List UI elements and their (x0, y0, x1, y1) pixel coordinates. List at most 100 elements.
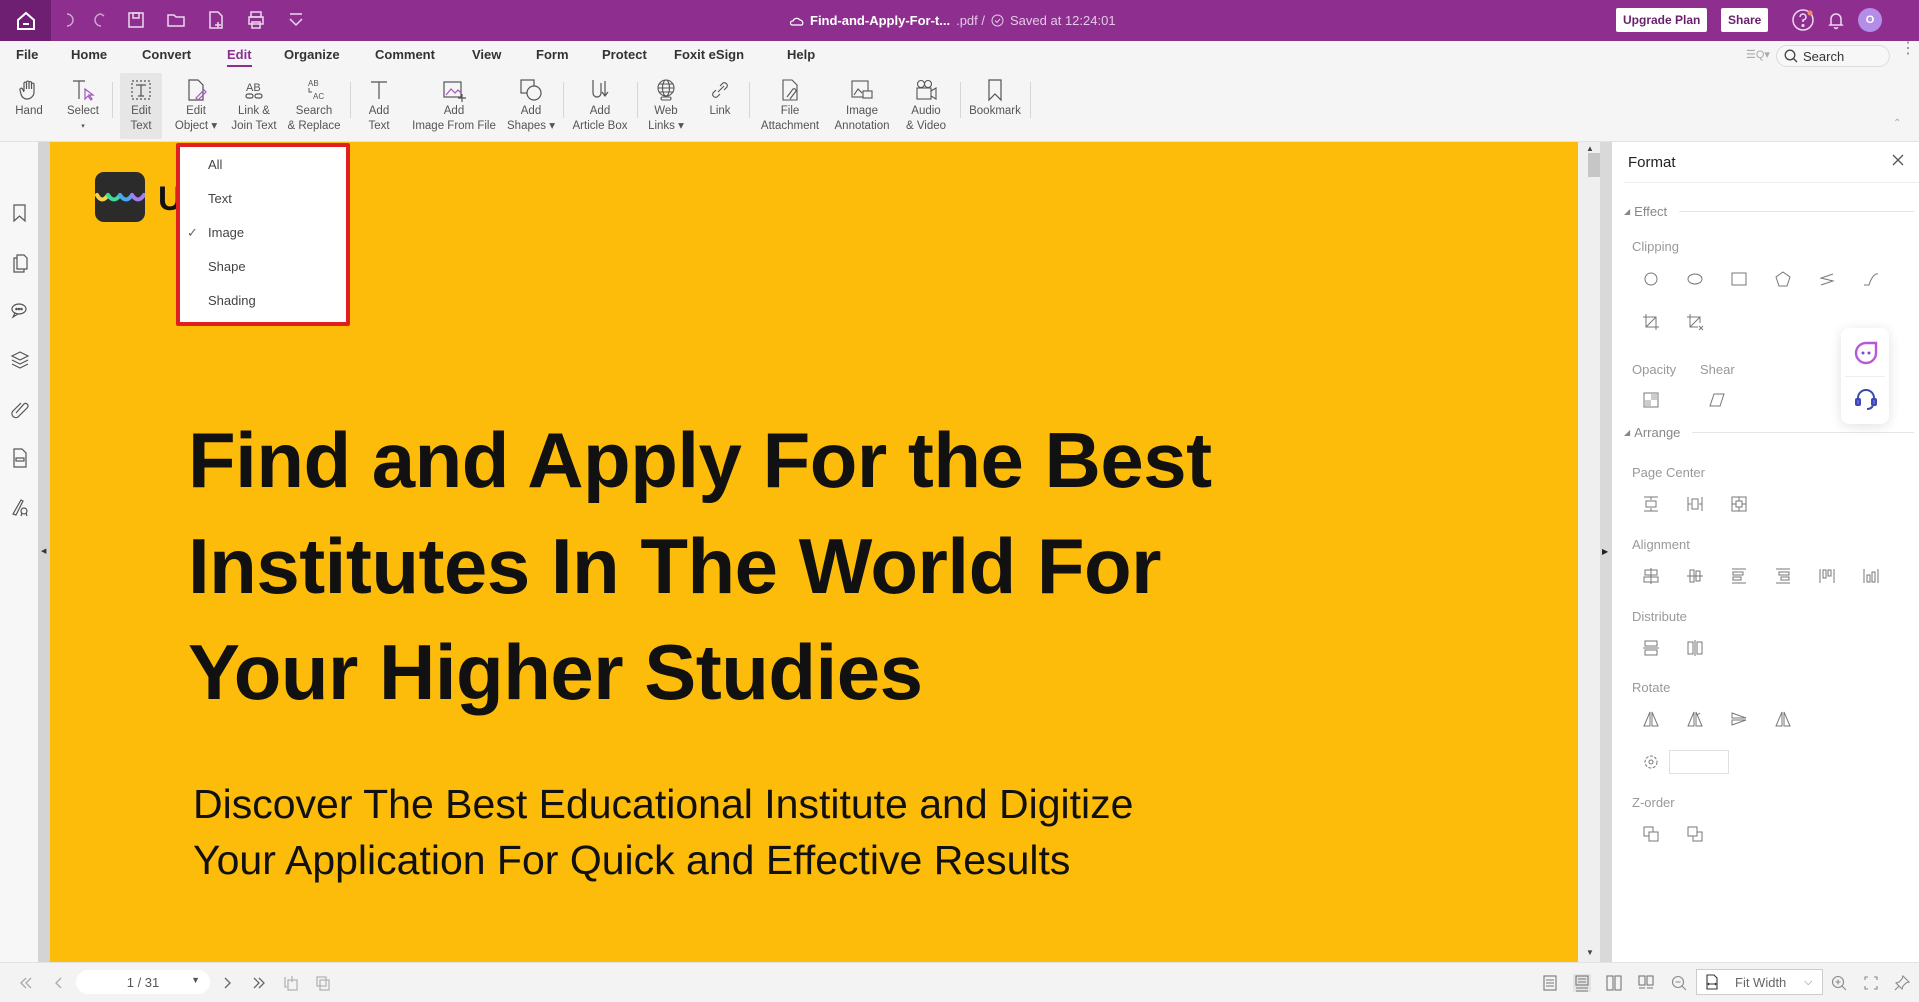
zoom-in-icon[interactable] (1830, 974, 1848, 992)
align-top-icon[interactable] (1817, 566, 1837, 586)
attachment-icon[interactable] (9, 398, 31, 420)
align-left-icon[interactable] (1729, 566, 1749, 586)
last-page-icon[interactable] (250, 974, 268, 992)
edit-text-tool[interactable]: Edit Text (120, 73, 162, 139)
page-number-input[interactable]: 1 / 31 ▼ (76, 970, 210, 994)
vertical-scrollbar[interactable]: ▲ ▼ (1578, 142, 1600, 962)
menu-convert[interactable]: Convert (142, 47, 191, 62)
opacity-icon[interactable] (1641, 390, 1661, 410)
full-screen-icon[interactable] (1862, 974, 1880, 992)
collapse-ribbon-icon[interactable]: ⌃ (1893, 118, 1901, 129)
menu-help[interactable]: Help (787, 47, 815, 62)
distribute-vertical-icon[interactable] (1641, 638, 1661, 658)
replace-page-icon[interactable] (314, 974, 332, 992)
comments-icon[interactable] (9, 300, 31, 322)
scroll-up-arrow-icon[interactable]: ▲ (1586, 144, 1594, 153)
distribute-horizontal-icon[interactable] (1685, 638, 1705, 658)
link-join-text-tool[interactable]: AB Link & Join Text (227, 73, 281, 139)
image-annotation-tool[interactable]: Image Annotation (830, 73, 894, 139)
dropdown-item-image[interactable]: Image (208, 225, 244, 240)
close-icon[interactable] (1890, 152, 1906, 168)
effect-section-header[interactable]: ◢ Effect (1624, 204, 1914, 219)
new-file-icon[interactable] (205, 9, 227, 31)
dropdown-item-text[interactable]: Text (208, 191, 232, 206)
center-vertical-icon[interactable] (1641, 494, 1661, 514)
zoom-mode-select[interactable]: Fit Width ⌵ (1696, 969, 1823, 995)
flip-horizontal-icon[interactable] (1773, 709, 1793, 729)
single-page-view-icon[interactable] (1541, 974, 1559, 992)
align-bottom-icon[interactable] (1861, 566, 1881, 586)
previous-page-icon[interactable] (50, 974, 68, 992)
arrange-section-header[interactable]: ◢ Arrange (1624, 425, 1914, 440)
clip-freeform-icon[interactable] (1817, 269, 1837, 289)
add-shapes-tool[interactable]: Add Shapes ▾ (505, 73, 557, 139)
right-panel-splitter[interactable]: ▶ (1600, 142, 1612, 962)
form-field-icon[interactable] (9, 447, 31, 469)
pin-icon[interactable] (1893, 974, 1911, 992)
first-page-icon[interactable] (17, 974, 35, 992)
help-icon[interactable] (1791, 8, 1815, 32)
customize-dropdown-icon[interactable] (285, 9, 307, 31)
customer-support-headset-icon[interactable] (1853, 386, 1879, 412)
signature-icon[interactable] (9, 496, 31, 518)
continuous-view-icon[interactable] (1573, 974, 1591, 992)
center-horizontal-icon[interactable] (1685, 494, 1705, 514)
upgrade-plan-button[interactable]: Upgrade Plan (1616, 8, 1708, 32)
remove-crop-icon[interactable] (1685, 312, 1705, 332)
rotate-left-icon[interactable] (1641, 709, 1661, 729)
document-subheadline[interactable]: Discover The Best Educational Institute … (193, 776, 1133, 888)
menu-organize[interactable]: Organize (284, 47, 340, 62)
clip-curve-icon[interactable] (1861, 269, 1881, 289)
menu-form[interactable]: Form (536, 47, 569, 62)
web-links-tool[interactable]: Web Links ▾ (648, 73, 684, 139)
open-folder-icon[interactable] (165, 9, 187, 31)
align-right-icon[interactable] (1773, 566, 1793, 586)
rotate-right-icon[interactable] (1685, 709, 1705, 729)
save-icon[interactable] (125, 9, 147, 31)
rotate-angle-gear-icon[interactable] (1641, 752, 1661, 772)
document-headline[interactable]: Find and Apply For the Best Institutes I… (188, 407, 1212, 725)
layers-icon[interactable] (9, 349, 31, 371)
facing-view-icon[interactable] (1605, 974, 1623, 992)
collapse-right-arrow-icon[interactable]: ▶ (1602, 547, 1608, 556)
send-backward-icon[interactable] (1685, 824, 1705, 844)
scroll-down-arrow-icon[interactable]: ▼ (1586, 948, 1594, 957)
add-text-tool[interactable]: Add Text (362, 73, 396, 139)
left-panel-splitter[interactable]: ◀ (38, 142, 50, 962)
menu-file[interactable]: File (16, 47, 38, 62)
insert-page-icon[interactable] (282, 974, 300, 992)
dropdown-item-all[interactable]: All (208, 157, 222, 172)
menu-home[interactable]: Home (71, 47, 107, 62)
menu-view[interactable]: View (472, 47, 501, 62)
clip-rectangle-icon[interactable] (1729, 269, 1749, 289)
home-button[interactable] (0, 0, 51, 41)
add-image-from-file-tool[interactable]: Add Image From File (410, 73, 498, 139)
more-options-icon[interactable]: ⋮ (1900, 41, 1916, 64)
zoom-out-icon[interactable] (1670, 974, 1688, 992)
select-tool[interactable]: Select ▾ (64, 73, 102, 139)
notification-bell-icon[interactable] (1825, 9, 1847, 31)
audio-video-tool[interactable]: Audio & Video (900, 73, 952, 139)
continuous-facing-view-icon[interactable] (1637, 974, 1655, 992)
add-article-box-tool[interactable]: Add Article Box (568, 73, 632, 139)
scrollbar-thumb[interactable] (1588, 153, 1600, 177)
share-button[interactable]: Share (1721, 8, 1769, 32)
link-tool[interactable]: Link (706, 73, 734, 139)
dropdown-item-shape[interactable]: Shape (208, 259, 246, 274)
page-dropdown-caret-icon[interactable]: ▼ (191, 975, 200, 985)
search-box[interactable]: Search (1776, 45, 1890, 67)
edit-object-tool[interactable]: Edit Object ▾ (170, 73, 222, 139)
shear-icon[interactable] (1707, 390, 1727, 410)
menu-edit[interactable]: Edit (227, 47, 252, 67)
ai-assistant-icon[interactable] (1853, 340, 1879, 366)
advanced-search-icon[interactable]: ☰Q▾ (1746, 48, 1770, 64)
next-page-icon[interactable] (218, 974, 236, 992)
menu-comment[interactable]: Comment (375, 47, 435, 62)
menu-foxit-esign[interactable]: Foxit eSign (674, 47, 744, 62)
clip-ellipse-icon[interactable] (1685, 269, 1705, 289)
chevron-down-icon[interactable]: ⌵ (1804, 976, 1822, 989)
menu-protect[interactable]: Protect (602, 47, 647, 62)
clip-circle-icon[interactable] (1641, 269, 1661, 289)
collapse-left-arrow-icon[interactable]: ◀ (41, 547, 46, 555)
bring-forward-icon[interactable] (1641, 824, 1661, 844)
